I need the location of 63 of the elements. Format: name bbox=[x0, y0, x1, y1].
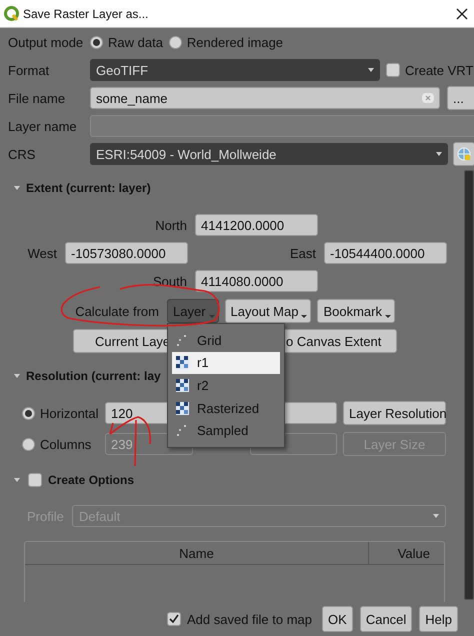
dropdown-button[interactable]: Layout Map bbox=[224, 299, 312, 323]
dialog-button[interactable]: Help bbox=[419, 606, 458, 632]
checkbox-label: Create VRT bbox=[405, 62, 474, 78]
globe-icon bbox=[457, 147, 471, 161]
raster-layer-icon bbox=[176, 356, 189, 370]
crs-dropdown[interactable]: ESRI:54009 - World_Mollweide bbox=[90, 143, 448, 165]
caret-icon bbox=[208, 315, 215, 318]
text-field[interactable]: -10544400.0000 bbox=[324, 242, 447, 264]
checkmark-icon bbox=[168, 613, 180, 625]
radio-button[interactable] bbox=[168, 36, 182, 48]
menu-item[interactable]: r1 bbox=[172, 352, 280, 374]
section-title: Create Options bbox=[48, 473, 134, 487]
column-header[interactable]: Value bbox=[369, 542, 444, 564]
radio-label: Raw data bbox=[108, 34, 163, 50]
window-title: Save Raster Layer as... bbox=[23, 6, 150, 20]
section-title: Resolution (current: lay bbox=[26, 369, 161, 383]
field-label: Calculate from bbox=[74, 304, 160, 318]
field-label: North bbox=[154, 218, 188, 232]
dropdown-button[interactable]: Bookmark bbox=[317, 299, 395, 323]
layer-name-field[interactable] bbox=[90, 115, 474, 137]
text-field[interactable]: 4141200.0000 bbox=[195, 214, 318, 236]
dropdown-arrow-icon bbox=[436, 152, 442, 156]
raster-layer-icon bbox=[176, 402, 189, 415]
caret-icon bbox=[301, 315, 308, 318]
checkbox-label: Add saved file to map bbox=[187, 612, 312, 626]
text-field[interactable]: -10573080.0000 bbox=[65, 242, 188, 264]
point-layer-icon bbox=[176, 334, 189, 347]
radio-button[interactable] bbox=[90, 36, 103, 48]
column-header[interactable]: Name bbox=[25, 542, 369, 564]
scrollbar[interactable] bbox=[464, 170, 474, 600]
dropdown-arrow-icon bbox=[433, 514, 439, 518]
checkbox[interactable] bbox=[28, 473, 42, 487]
dialog-button[interactable]: OK bbox=[322, 606, 353, 632]
crs-select-button[interactable] bbox=[453, 142, 474, 166]
clear-icon bbox=[422, 93, 434, 103]
radio-label: Horizontal bbox=[40, 406, 100, 420]
text-field[interactable]: 4114080.0000 bbox=[195, 270, 318, 292]
menu-item[interactable]: r2 bbox=[172, 374, 280, 397]
dropdown-arrow-icon bbox=[368, 68, 374, 72]
point-layer-icon bbox=[176, 424, 189, 438]
resolution-button[interactable]: Layer Resolution bbox=[343, 401, 446, 425]
dialog-button[interactable]: Cancel bbox=[360, 606, 412, 632]
browse-button[interactable]: ... bbox=[447, 86, 474, 110]
app-logo-icon bbox=[4, 6, 19, 21]
close-icon bbox=[456, 8, 468, 20]
field-label: Output mode bbox=[7, 34, 84, 50]
file-name-field[interactable]: some_name bbox=[90, 87, 440, 109]
raster-layer-icon bbox=[176, 378, 189, 392]
field-label: West bbox=[26, 246, 58, 260]
radio-button[interactable] bbox=[22, 438, 35, 450]
radio-button[interactable] bbox=[22, 406, 35, 420]
checkbox[interactable] bbox=[386, 63, 400, 77]
radio-label: Columns bbox=[40, 436, 92, 452]
radio-label: Rendered image bbox=[186, 34, 284, 50]
checkbox[interactable] bbox=[167, 612, 181, 626]
field-label: Format bbox=[7, 62, 50, 78]
format-dropdown[interactable]: GeoTIFF bbox=[90, 59, 380, 81]
field-label: East bbox=[288, 246, 317, 260]
field-label: CRS bbox=[7, 146, 36, 162]
field-label: Layer name bbox=[7, 118, 78, 134]
caret-icon bbox=[385, 315, 391, 318]
section-title: Extent (current: layer) bbox=[26, 181, 151, 195]
field-label: File name bbox=[7, 90, 66, 106]
